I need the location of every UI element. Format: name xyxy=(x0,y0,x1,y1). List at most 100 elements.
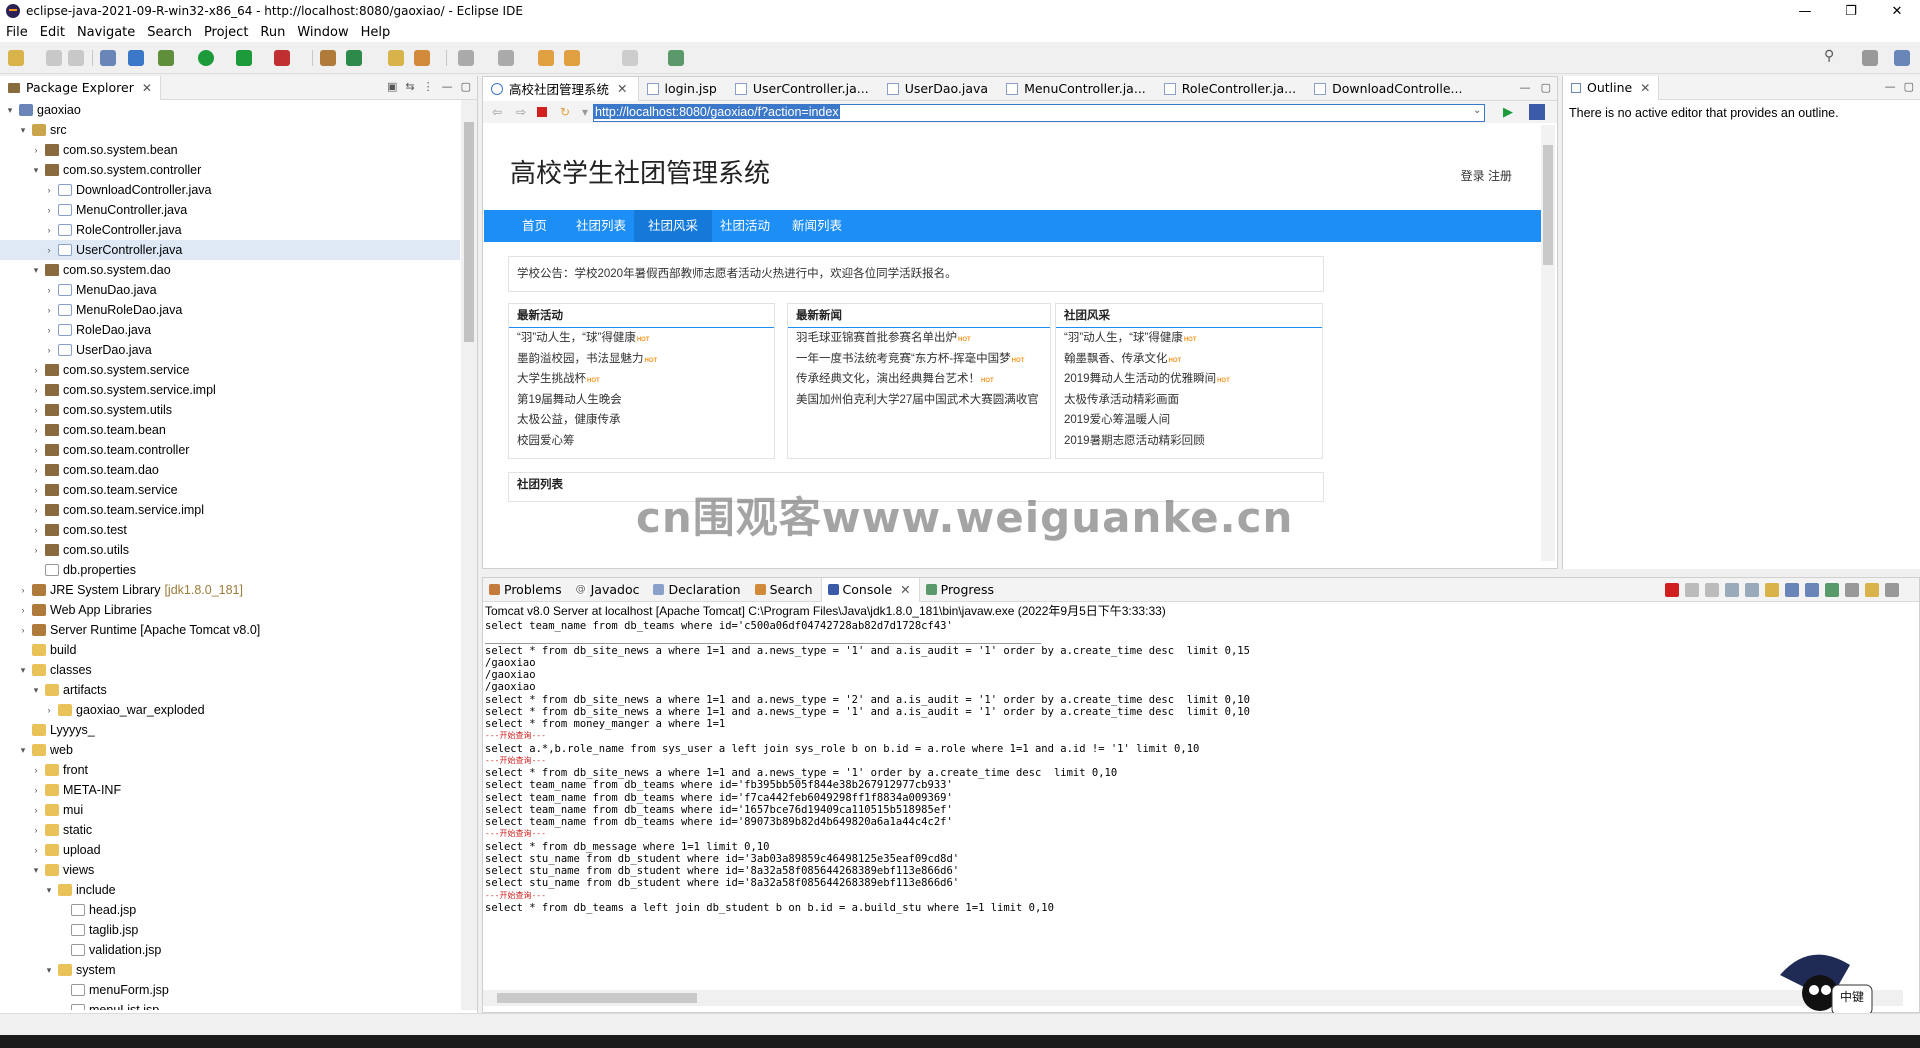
menu-help[interactable]: Help xyxy=(361,25,391,40)
expand-arrow-icon[interactable]: › xyxy=(30,405,42,415)
chevron-down-icon[interactable]: ▾ xyxy=(581,105,589,119)
view-menu-icon[interactable]: ⋮ xyxy=(423,80,434,93)
console-hscrollbar[interactable] xyxy=(483,990,1903,1006)
collapse-all-icon[interactable]: ▣ xyxy=(387,80,397,93)
tree-item[interactable]: ▾ com.so.system.dao xyxy=(0,260,460,280)
url-dropdown-icon[interactable]: ⌄ xyxy=(1473,105,1481,116)
tree-item[interactable]: › com.so.system.bean xyxy=(0,140,460,160)
tree-item[interactable]: › JRE System Library [jdk1.8.0_181] xyxy=(0,580,460,600)
expand-arrow-icon[interactable]: › xyxy=(43,325,55,335)
tab-downloadcontroller[interactable]: DownloadControlle... xyxy=(1306,77,1472,101)
tab-declaration[interactable]: Declaration xyxy=(647,578,748,602)
tree-item[interactable]: › upload xyxy=(0,840,460,860)
tree-item[interactable]: › mui xyxy=(0,800,460,820)
minimize-icon[interactable]: — xyxy=(1782,0,1828,22)
expand-arrow-icon[interactable]: › xyxy=(43,345,55,355)
close-icon[interactable]: ✕ xyxy=(900,582,910,597)
open-type-icon[interactable] xyxy=(388,50,404,66)
box-item-link[interactable]: 2019暑期志愿活动精彩回顾 xyxy=(1056,431,1322,452)
tree-item[interactable]: build xyxy=(0,640,460,660)
new-java-project-icon[interactable] xyxy=(320,50,336,66)
prev-annotation-icon[interactable] xyxy=(498,50,514,66)
tab-package-explorer[interactable]: Package Explorer ✕ xyxy=(0,75,161,100)
tree-item[interactable]: › com.so.test xyxy=(0,520,460,540)
expand-arrow-icon[interactable]: › xyxy=(30,525,42,535)
tree-item[interactable]: › RoleDao.java xyxy=(0,320,460,340)
login-register-links[interactable]: 登录 注册 xyxy=(1461,167,1512,184)
expand-arrow-icon[interactable]: › xyxy=(43,705,55,715)
tree-item[interactable]: › Web App Libraries xyxy=(0,600,460,620)
new-icon[interactable] xyxy=(8,50,24,66)
box-item-link[interactable]: 第19届舞动人生晚会 xyxy=(509,390,774,411)
remove-all-icon[interactable] xyxy=(1705,583,1719,597)
expand-arrow-icon[interactable]: › xyxy=(30,145,42,155)
tree-item[interactable]: ▾ com.so.system.controller xyxy=(0,160,460,180)
box-item-link[interactable]: 太极传承活动精彩画面 xyxy=(1056,390,1322,411)
tree-item[interactable]: › com.so.system.service.impl xyxy=(0,380,460,400)
close-icon[interactable]: ✕ xyxy=(1640,81,1650,95)
tree-item[interactable]: menuList.jsp xyxy=(0,1000,460,1010)
box-item-link[interactable]: 墨韵溢校园，书法显魅力HOT xyxy=(509,349,774,370)
expand-arrow-icon[interactable]: › xyxy=(17,625,29,635)
expand-arrow-icon[interactable]: › xyxy=(30,785,42,795)
tree-item[interactable]: menuForm.jsp xyxy=(0,980,460,1000)
tab-outline[interactable]: Outline ✕ xyxy=(1563,75,1660,100)
box-item-link[interactable]: 一年一度书法统考竞赛“东方杯-挥毫中国梦HOT xyxy=(788,349,1050,370)
next-annotation-icon[interactable] xyxy=(458,50,474,66)
close-icon[interactable]: ✕ xyxy=(142,81,152,95)
expand-arrow-icon[interactable]: › xyxy=(43,185,55,195)
show-on-error-icon[interactable] xyxy=(1805,583,1819,597)
pin-console-icon[interactable] xyxy=(1825,583,1839,597)
tab-progress[interactable]: Progress xyxy=(920,578,1002,602)
tab-javadoc[interactable]: @ Javadoc xyxy=(570,578,648,602)
tree-item[interactable]: › Server Runtime [Apache Tomcat v8.0] xyxy=(0,620,460,640)
search-tool-icon[interactable] xyxy=(414,50,430,66)
box-item-link[interactable]: 2019爱心筹温暖人间 xyxy=(1056,410,1322,431)
tab-usercontroller[interactable]: UserController.ja... xyxy=(727,77,879,101)
forward-icon[interactable]: ⇨ xyxy=(513,105,529,119)
java-ee-perspective-icon[interactable] xyxy=(1894,50,1910,66)
expand-arrow-icon[interactable]: › xyxy=(43,225,55,235)
tree-item[interactable]: › com.so.team.service xyxy=(0,480,460,500)
expand-arrow-icon[interactable]: ▾ xyxy=(4,105,16,116)
tree-item[interactable]: ▾ web xyxy=(0,740,460,760)
box-item-link[interactable]: 羽毛球亚锦赛首批参赛名单出炉HOT xyxy=(788,328,1050,349)
back-icon[interactable]: ⇦ xyxy=(489,105,505,119)
tree-item[interactable]: head.jsp xyxy=(0,900,460,920)
remove-launch-icon[interactable] xyxy=(1685,583,1699,597)
expand-arrow-icon[interactable]: ▾ xyxy=(17,665,29,676)
tree-item[interactable]: › static xyxy=(0,820,460,840)
refresh-icon[interactable]: ↻ xyxy=(557,105,573,119)
tab-login-jsp[interactable]: login.jsp xyxy=(639,77,727,101)
box-item-link[interactable]: 2019舞动人生活动的优雅瞬间HOT xyxy=(1056,369,1322,390)
expand-arrow-icon[interactable]: › xyxy=(30,365,42,375)
expand-arrow-icon[interactable]: › xyxy=(30,465,42,475)
expand-arrow-icon[interactable]: › xyxy=(17,585,29,595)
terminal-icon[interactable] xyxy=(100,50,116,66)
tab-console[interactable]: Console ✕ xyxy=(820,577,920,602)
tree-item[interactable]: › com.so.team.controller xyxy=(0,440,460,460)
tree-item[interactable]: › MenuController.java xyxy=(0,200,460,220)
box-item-link[interactable]: 太极公益，健康传承 xyxy=(509,410,774,431)
tree-item[interactable]: taglib.jsp xyxy=(0,920,460,940)
coverage-icon[interactable] xyxy=(236,50,252,66)
expand-arrow-icon[interactable]: › xyxy=(30,485,42,495)
expand-arrow-icon[interactable]: ▾ xyxy=(17,125,29,136)
box-item-link[interactable]: “羽”动人生，“球”得健康HOT xyxy=(509,328,774,349)
maximize-view-icon[interactable]: ▢ xyxy=(461,80,471,93)
maximize-view-icon[interactable]: ▢ xyxy=(1904,80,1914,93)
url-input[interactable]: http://localhost:8080/gaoxiao/f?action=i… xyxy=(593,104,1485,122)
scroll-lock-icon[interactable] xyxy=(1745,583,1759,597)
go-icon[interactable]: ▶ xyxy=(1503,105,1513,120)
tree-item[interactable]: db.properties xyxy=(0,560,460,580)
expand-arrow-icon[interactable]: › xyxy=(30,385,42,395)
expand-arrow-icon[interactable]: › xyxy=(30,845,42,855)
tree-item[interactable]: ▾ src xyxy=(0,120,460,140)
tab-menucontroller[interactable]: MenuController.ja... xyxy=(998,77,1156,101)
tab-rolecontroller[interactable]: RoleController.ja... xyxy=(1156,77,1306,101)
console-output[interactable]: select team_name from db_teams where id=… xyxy=(485,620,1885,986)
tab-browser[interactable]: 高校社团管理系统 ✕ xyxy=(483,76,639,101)
tree-item[interactable]: ▾ include xyxy=(0,880,460,900)
tree-item[interactable]: › com.so.team.service.impl xyxy=(0,500,460,520)
tree-item[interactable]: ▾ views xyxy=(0,860,460,880)
